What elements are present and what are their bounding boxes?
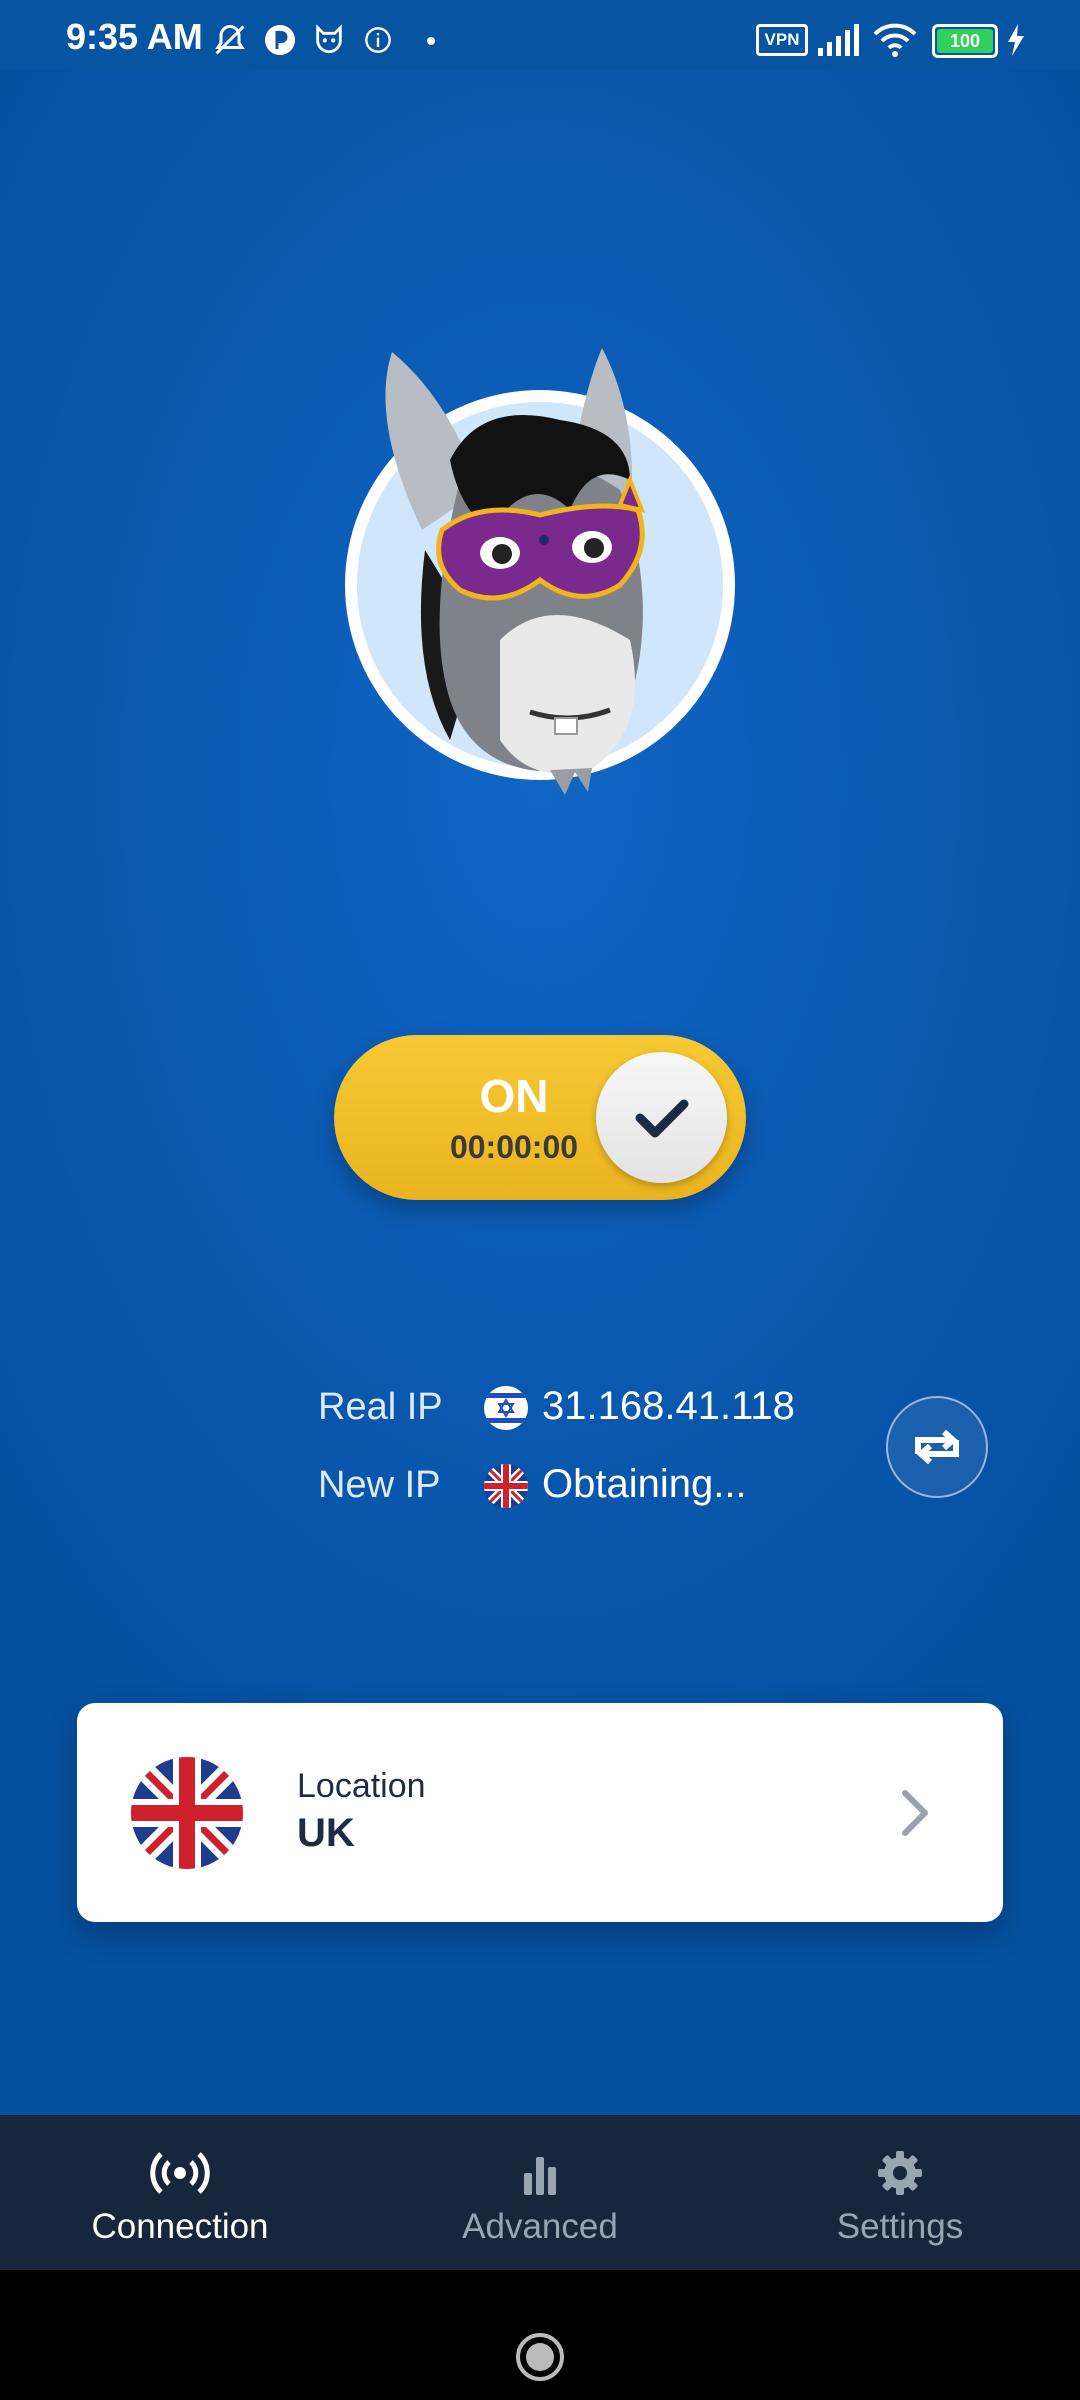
israel-flag-icon: [484, 1386, 528, 1430]
toggle-state-label: ON: [479, 1070, 549, 1122]
app-icon: [265, 25, 295, 55]
checkmark-icon: [635, 1099, 689, 1138]
vpn-icon: VPN: [756, 24, 808, 56]
charging-icon: [1008, 24, 1024, 56]
battery-icon: 100: [932, 24, 998, 58]
home-button-icon[interactable]: [515, 2332, 565, 2382]
real-ip-label: Real IP: [318, 1386, 443, 1428]
system-navigation-bar: [0, 2270, 1080, 2400]
refresh-icon: [915, 1429, 959, 1465]
location-selector[interactable]: Location UK: [77, 1703, 1003, 1922]
mute-icon: [215, 24, 245, 55]
bottom-navigation: Connection Advanced Settings: [0, 2115, 1080, 2270]
new-ip-value: Obtaining...: [542, 1462, 747, 1506]
location-value: UK: [297, 1811, 355, 1855]
info-icon: [365, 27, 391, 53]
dot-icon: [427, 37, 435, 45]
tab-advanced-label: Advanced: [462, 2207, 618, 2246]
signal-icon: [818, 24, 859, 56]
uk-flag-icon-small: [484, 1464, 528, 1508]
vpn-toggle-switch[interactable]: ON 00:00:00: [334, 1035, 746, 1200]
wifi-icon: [873, 23, 917, 57]
tab-connection[interactable]: Connection: [0, 2115, 360, 2270]
battery-level: 100: [949, 31, 981, 51]
donkey-mascot-image: [345, 348, 735, 795]
toggle-knob[interactable]: [596, 1052, 727, 1183]
location-label: Location: [297, 1767, 426, 1805]
change-ip-button[interactable]: [886, 1396, 988, 1498]
tab-settings[interactable]: Settings: [720, 2115, 1080, 2270]
tab-settings-label: Settings: [836, 2207, 964, 2246]
broadcast-icon: [150, 2152, 210, 2194]
uk-flag-icon: [131, 1757, 243, 1869]
new-ip-label: New IP: [318, 1464, 441, 1506]
main-screen: 9:35 AM VPN 100 ON 00:00:00 Real IP 31.1…: [0, 0, 1080, 2115]
tab-advanced[interactable]: Advanced: [360, 2115, 720, 2270]
real-ip-value: 31.168.41.118: [542, 1384, 795, 1428]
tab-connection-label: Connection: [91, 2207, 269, 2246]
fox-icon: [316, 24, 342, 54]
bar-chart-icon: [524, 2157, 556, 2195]
status-bar: 9:35 AM VPN 100: [0, 0, 1080, 70]
chevron-right-icon: [902, 1790, 928, 1836]
status-time: 9:35 AM: [66, 16, 203, 57]
gear-icon: [878, 2151, 922, 2195]
